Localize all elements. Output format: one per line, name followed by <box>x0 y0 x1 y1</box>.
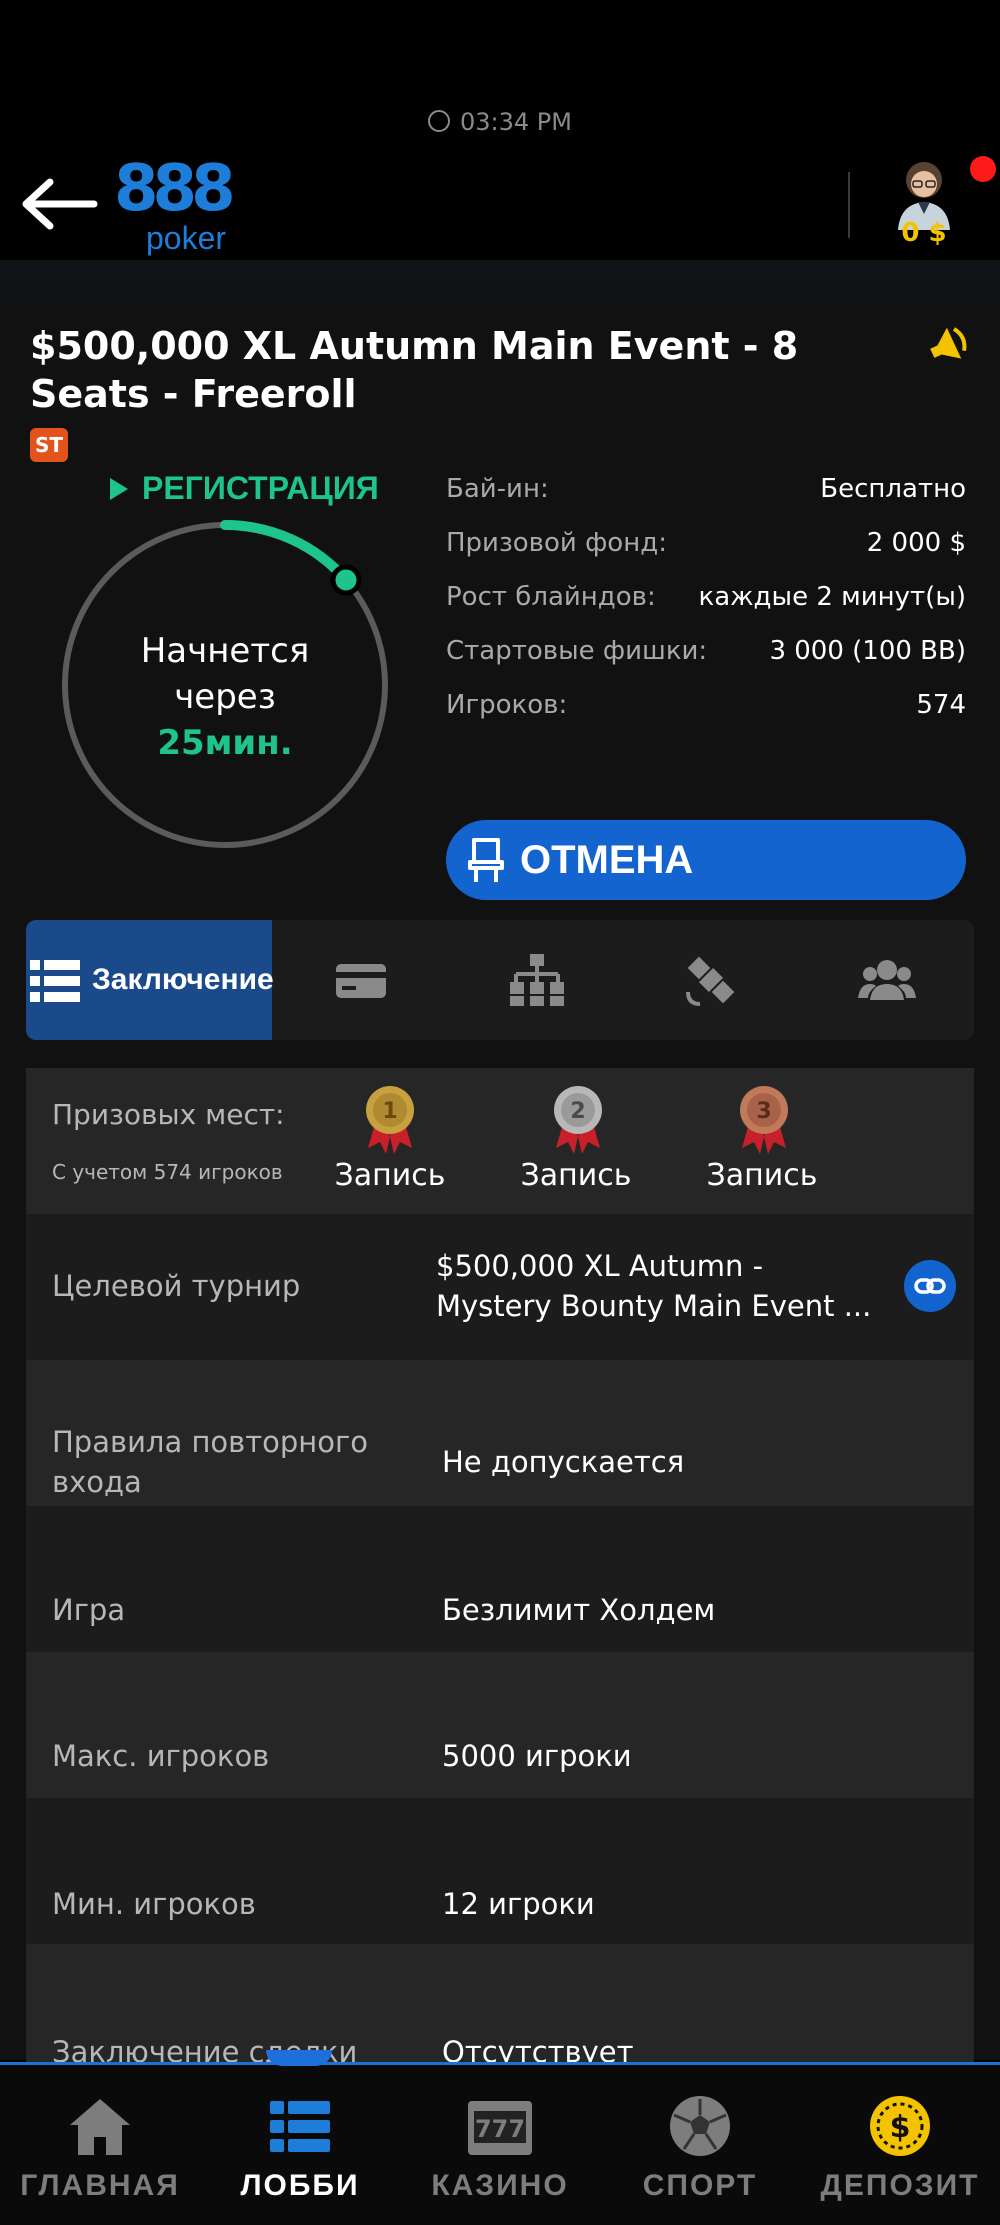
silver-medal-icon: 2 <box>554 1086 602 1154</box>
seat-icon <box>468 838 504 882</box>
st-badge: ST <box>30 428 68 462</box>
info-row-buyin: Бай-ин: Бесплатно <box>446 474 966 504</box>
svg-text:777: 777 <box>475 2115 525 2143</box>
soccer-ball-icon <box>670 2096 730 2156</box>
tab-summary[interactable]: Заключение <box>26 920 274 1040</box>
satellite-icon[interactable] <box>682 952 740 1008</box>
tournament-title: $500,000 XL Autumn Main Event - 8 Seats … <box>30 324 799 416</box>
prize-places-sub: С учетом 574 игроков <box>52 1160 283 1184</box>
timer-text: Начнется через 25мин. <box>140 631 310 763</box>
deposit-coin-icon: $ <box>870 2096 930 2156</box>
detail-row-max-players: Макс. игроков 5000 игроки <box>26 1652 974 1798</box>
players-icon[interactable] <box>858 952 916 1008</box>
detail-row-min-players: Мин. игроков 12 игроки <box>26 1798 974 1944</box>
bottom-navigation: ГЛАВНАЯ ЛОББИ 777 КАЗИНО СПОРТ $ ДЕПОЗИТ <box>0 2062 1000 2225</box>
nav-lobby[interactable]: ЛОББИ <box>200 2065 400 2225</box>
play-icon <box>110 478 128 500</box>
info-row-prize-pool: Призовой фонд: 2 000 $ <box>446 528 966 558</box>
app-header: 888 poker 0 $ <box>0 150 1000 260</box>
info-row-players: Игроков: 574 <box>446 690 966 720</box>
notification-dot <box>970 156 996 182</box>
megaphone-icon[interactable] <box>924 318 976 370</box>
structure-tree-icon[interactable] <box>508 952 566 1008</box>
svg-text:$: $ <box>890 2110 911 2145</box>
clock-icon <box>428 110 450 132</box>
slot-machine-icon: 777 <box>468 2101 532 2155</box>
prize-place-label: Запись <box>706 1158 818 1193</box>
svg-text:1: 1 <box>382 1099 397 1124</box>
link-icon <box>914 1278 946 1294</box>
summary-list-icon <box>30 960 80 1002</box>
back-arrow-icon[interactable] <box>22 178 98 230</box>
cancel-registration-button[interactable]: ОТМЕНА РЕГИСТРАЦИИ <box>446 820 966 962</box>
detail-row-target-tournament: Целевой турнир $500,000 XL Autumn - Myst… <box>26 1214 974 1360</box>
info-row-blinds: Рост блайндов: каждые 2 минут(ы) <box>446 582 966 612</box>
balance[interactable]: 0 $ <box>888 218 960 248</box>
bronze-medal-icon: 3 <box>740 1086 788 1154</box>
prize-place-label: Запись <box>520 1158 632 1193</box>
status-time: 03:34 PM <box>0 108 1000 136</box>
gold-medal-icon: 1 <box>366 1086 414 1154</box>
detail-row-deal: Заключение сделки Отсутствует <box>26 1944 974 2069</box>
svg-text:2: 2 <box>570 1099 585 1124</box>
header-divider <box>848 172 850 238</box>
list-icon <box>270 2101 330 2152</box>
nav-deposit[interactable]: $ ДЕПОЗИТ <box>800 2065 1000 2225</box>
detail-row-game: Игра Безлимит Холдем <box>26 1506 974 1652</box>
link-button[interactable] <box>904 1260 956 1312</box>
svg-text:3: 3 <box>756 1099 771 1124</box>
active-tab-indicator <box>266 2050 332 2066</box>
registration-status: РЕГИСТРАЦИЯ <box>110 470 379 507</box>
detail-row-reentry: Правила повторного входа Не допускается <box>26 1360 974 1506</box>
prize-places-label: Призовых мест: <box>52 1098 285 1131</box>
payment-card-icon[interactable] <box>332 952 390 1008</box>
nav-sport[interactable]: СПОРТ <box>600 2065 800 2225</box>
info-row-starting-chips: Стартовые фишки: 3 000 (100 BB) <box>446 636 966 666</box>
888poker-logo[interactable]: 888 poker <box>114 154 236 254</box>
prize-place-label: Запись <box>334 1158 446 1193</box>
home-icon <box>70 2099 130 2155</box>
tournament-tabs: Заключение <box>26 920 974 1040</box>
nav-home[interactable]: ГЛАВНАЯ <box>0 2065 200 2225</box>
nav-casino[interactable]: 777 КАЗИНО <box>400 2065 600 2225</box>
